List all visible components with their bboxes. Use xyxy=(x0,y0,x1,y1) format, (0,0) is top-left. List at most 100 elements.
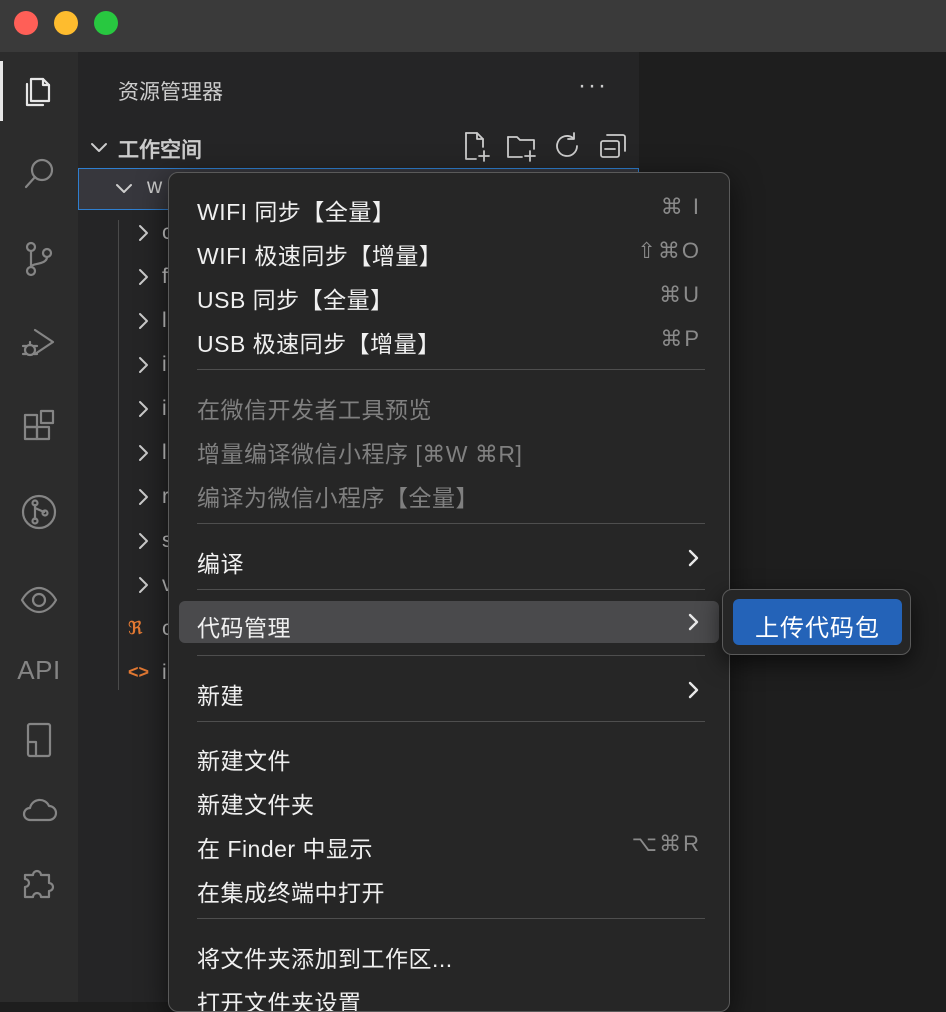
menu-separator xyxy=(197,721,705,722)
menu-item-compile[interactable]: 编译 xyxy=(179,537,719,579)
chevron-down-icon xyxy=(113,177,135,204)
rss-file-icon: ℜ xyxy=(128,618,143,638)
new-file-icon[interactable] xyxy=(459,130,491,162)
menu-item-new[interactable]: 新建 xyxy=(179,669,719,711)
code-management-submenu: 上传代码包 xyxy=(722,589,911,655)
run-debug-icon xyxy=(21,328,55,357)
chevron-right-icon xyxy=(132,398,154,425)
new-folder-icon[interactable] xyxy=(505,130,537,162)
menu-item-label: 代码管理 xyxy=(197,615,291,641)
menu-item-code-management[interactable]: 代码管理 xyxy=(179,601,719,643)
close-window-button[interactable] xyxy=(14,11,38,35)
workspace-toolbar xyxy=(459,130,629,162)
extensions-icon xyxy=(23,409,55,441)
refresh-icon[interactable] xyxy=(551,130,583,162)
menu-item-reveal-in-finder[interactable]: 在 Finder 中显示 ⌥⌘R xyxy=(179,822,719,864)
chevron-right-icon xyxy=(132,354,154,381)
tree-item-label: i xyxy=(162,397,167,420)
chevron-right-icon xyxy=(132,222,154,249)
menu-separator xyxy=(197,369,705,370)
menu-item-label: 新建文件 xyxy=(197,748,291,774)
activity-search[interactable] xyxy=(0,142,78,206)
more-actions-icon[interactable]: ··· xyxy=(578,74,608,98)
menu-item-shortcut: ⌥⌘R xyxy=(631,831,701,856)
tree-item-label: l xyxy=(162,309,167,332)
api-label: API xyxy=(17,654,61,685)
activity-device[interactable] xyxy=(0,708,78,772)
menu-item-label: USB 同步【全量】 xyxy=(197,287,394,313)
search-icon xyxy=(24,158,54,189)
cloud-icon xyxy=(22,798,58,822)
minimize-window-button[interactable] xyxy=(54,11,78,35)
menu-item-add-folder-to-workspace[interactable]: 将文件夹添加到工作区... xyxy=(179,932,719,974)
activity-run-debug[interactable] xyxy=(0,310,78,374)
menu-item-new-folder[interactable]: 新建文件夹 xyxy=(179,778,719,820)
chevron-right-icon xyxy=(132,310,154,337)
menu-item-compile-wechat-full: 编译为微信小程序【全量】 xyxy=(179,471,719,513)
menu-item-label: 将文件夹添加到工作区... xyxy=(197,946,453,972)
menu-item-usb-sync-incremental[interactable]: USB 极速同步【增量】 ⌘P xyxy=(179,317,719,359)
menu-item-label: 上传代码包 xyxy=(755,615,880,642)
menu-item-new-file[interactable]: 新建文件 xyxy=(179,734,719,776)
workspace-section-header[interactable]: 工作空间 xyxy=(78,126,639,166)
tree-item-label: l xyxy=(162,441,167,464)
menu-item-label: 编译 xyxy=(197,551,244,577)
menu-item-label: WIFI 极速同步【增量】 xyxy=(197,243,443,269)
tree-item-label: f xyxy=(162,265,168,288)
context-menu: WIFI 同步【全量】 ⌘ I WIFI 极速同步【增量】 ⇧⌘O USB 同步… xyxy=(168,172,730,1012)
workspace-title: 工作空间 xyxy=(118,139,202,162)
menu-separator xyxy=(197,589,705,590)
menu-item-upload-code-package[interactable]: 上传代码包 xyxy=(733,599,902,645)
eye-icon xyxy=(20,586,58,614)
activity-extensions[interactable] xyxy=(0,395,78,459)
activity-git-graph[interactable] xyxy=(0,480,78,544)
zoom-window-button[interactable] xyxy=(94,11,118,35)
menu-item-open-folder-settings[interactable]: 打开文件夹设置 xyxy=(179,976,719,1011)
code-file-icon: <> xyxy=(128,662,150,682)
menu-item-wifi-sync-full[interactable]: WIFI 同步【全量】 ⌘ I xyxy=(179,185,719,227)
tree-item-label: i xyxy=(162,661,167,684)
menu-separator xyxy=(197,523,705,524)
device-icon xyxy=(26,722,52,758)
menu-item-wifi-sync-incremental[interactable]: WIFI 极速同步【增量】 ⇧⌘O xyxy=(179,229,719,271)
git-graph-icon xyxy=(21,494,57,530)
files-icon xyxy=(25,77,51,107)
menu-item-wechat-preview: 在微信开发者工具预览 xyxy=(179,383,719,425)
menu-item-label: USB 极速同步【增量】 xyxy=(197,331,441,357)
title-bar xyxy=(0,0,946,52)
chevron-right-icon xyxy=(132,530,154,557)
menu-item-usb-sync-full[interactable]: USB 同步【全量】 ⌘U xyxy=(179,273,719,315)
menu-item-label: 在 Finder 中显示 xyxy=(197,836,373,862)
menu-item-shortcut: ⌘P xyxy=(660,326,701,351)
activity-cloud[interactable] xyxy=(0,778,78,842)
activity-bar: API xyxy=(0,52,78,1002)
chevron-right-icon xyxy=(132,574,154,601)
menu-separator xyxy=(197,655,705,656)
menu-item-label: 在微信开发者工具预览 xyxy=(197,397,432,423)
menu-item-label: 新建 xyxy=(197,683,244,709)
chevron-right-icon xyxy=(683,548,703,573)
menu-item-shortcut: ⌘ I xyxy=(660,194,701,219)
chevron-right-icon xyxy=(132,442,154,469)
tree-item-label: i xyxy=(162,353,167,376)
menu-item-label: 新建文件夹 xyxy=(197,792,315,818)
menu-item-shortcut: ⇧⌘O xyxy=(637,238,701,263)
chevron-down-icon xyxy=(88,136,110,163)
activity-api[interactable]: API xyxy=(0,638,78,702)
activity-explorer[interactable] xyxy=(0,59,78,123)
chevron-right-icon xyxy=(683,612,703,637)
source-control-icon xyxy=(25,241,53,277)
menu-item-shortcut: ⌘U xyxy=(659,282,701,307)
menu-item-label: 编译为微信小程序【全量】 xyxy=(197,485,479,511)
menu-item-incremental-compile-wechat: 增量编译微信小程序 [⌘W ⌘R] xyxy=(179,427,719,469)
chevron-right-icon xyxy=(132,266,154,293)
activity-preview[interactable] xyxy=(0,568,78,632)
sidebar-title: 资源管理器 xyxy=(118,81,223,104)
chevron-right-icon xyxy=(683,680,703,705)
activity-source-control[interactable] xyxy=(0,227,78,291)
menu-item-open-in-terminal[interactable]: 在集成终端中打开 xyxy=(179,866,719,908)
menu-separator xyxy=(197,918,705,919)
collapse-all-icon[interactable] xyxy=(597,130,629,162)
activity-plugins[interactable] xyxy=(0,849,78,913)
chevron-right-icon xyxy=(132,486,154,513)
